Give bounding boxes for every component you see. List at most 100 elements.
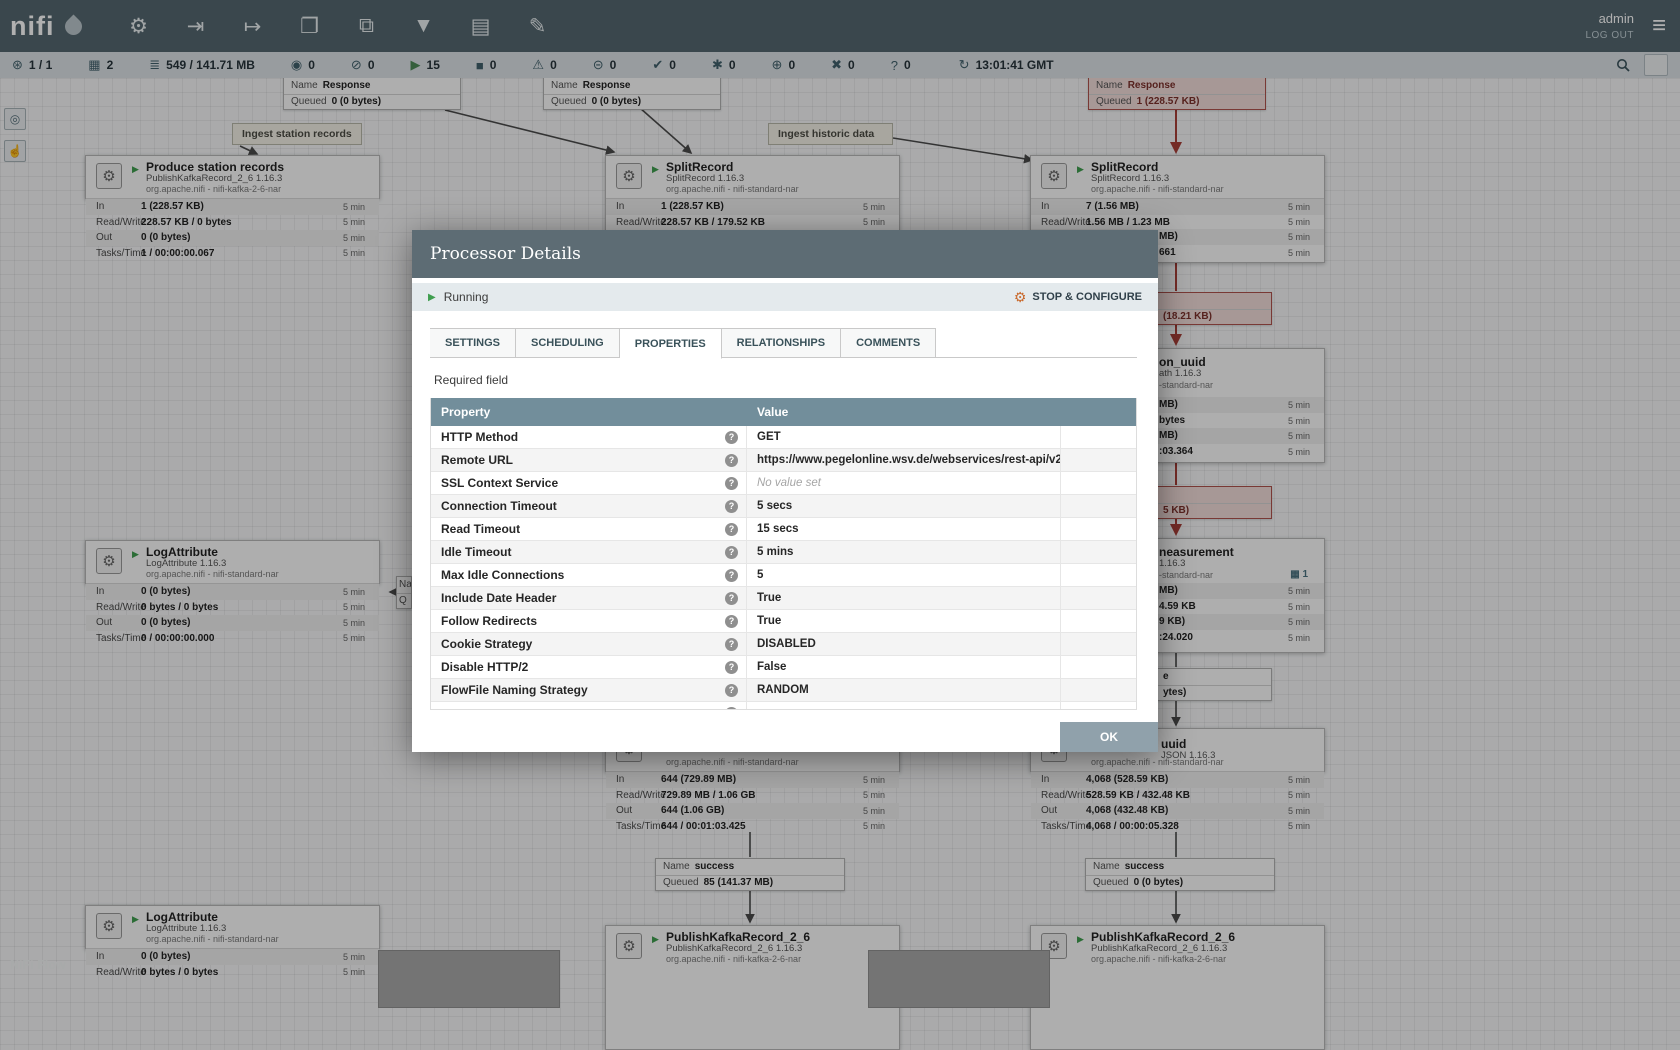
property-name-cell: Include Date Header ? <box>431 587 747 609</box>
help-icon[interactable]: ? <box>725 523 738 536</box>
dialog-tabs: SETTINGS SCHEDULING PROPERTIES RELATIONS… <box>430 328 1137 358</box>
row-filler <box>1061 449 1136 471</box>
property-name: Connection Timeout <box>441 499 557 513</box>
help-icon[interactable]: ? <box>725 592 738 605</box>
running-status-icon: ▶ <box>428 292 436 303</box>
processor-details-dialog: Processor Details ▶ Running ⚙ STOP & CON… <box>412 230 1158 752</box>
property-value: False <box>757 661 786 673</box>
property-row: Disable HTTP/2 ? False <box>431 656 1136 679</box>
help-icon[interactable]: ? <box>725 661 738 674</box>
property-name-cell: Disable HTTP/2 ? <box>431 656 747 678</box>
stop-and-configure-button[interactable]: ⚙ STOP & CONFIGURE <box>1014 289 1142 306</box>
tab-label: SETTINGS <box>445 337 500 349</box>
property-value: 5 secs <box>757 500 792 512</box>
property-value-cell[interactable]: True <box>747 587 1061 609</box>
property-name-cell: Remote URL ? <box>431 449 747 471</box>
property-row: Max Idle Connections ? 5 <box>431 564 1136 587</box>
property-value: True <box>757 592 781 604</box>
property-value: GET <box>757 431 781 443</box>
property-row: Remote URL ? https://www.pegelonline.wsv… <box>431 449 1136 472</box>
dialog-status-bar: ▶ Running ⚙ STOP & CONFIGURE <box>412 283 1158 311</box>
property-value: 5 <box>757 569 763 581</box>
tab-settings[interactable]: SETTINGS <box>430 328 516 358</box>
stop-configure-label: STOP & CONFIGURE <box>1032 291 1142 303</box>
property-value-cell[interactable]: GET <box>747 426 1061 448</box>
help-icon[interactable]: ? <box>725 638 738 651</box>
property-value-cell[interactable]: 5 mins <box>747 541 1061 563</box>
property-value-cell[interactable]: 5 <box>747 564 1061 586</box>
tab-comments[interactable]: COMMENTS <box>841 328 936 358</box>
property-row: SSL Context Service ? No value set <box>431 472 1136 495</box>
property-name: SSL Context Service <box>441 476 558 490</box>
property-name-cell: Connection Timeout ? <box>431 495 747 517</box>
property-row: Follow Redirects ? True <box>431 610 1136 633</box>
property-row: Read Timeout ? 15 secs <box>431 518 1136 541</box>
property-name: Disable HTTP/2 <box>441 660 528 674</box>
help-icon[interactable]: ? <box>725 500 738 513</box>
row-filler <box>1061 587 1136 609</box>
required-field-note: Required field <box>434 373 508 387</box>
tab-relationships[interactable]: RELATIONSHIPS <box>722 328 841 358</box>
row-filler <box>1061 610 1136 632</box>
help-icon[interactable]: ? <box>725 684 738 697</box>
property-value: 15 secs <box>757 523 799 535</box>
tab-scheduling[interactable]: SCHEDULING <box>516 328 620 358</box>
help-icon[interactable]: ? <box>725 615 738 628</box>
property-name-cell: Cookie Strategy ? <box>431 633 747 655</box>
properties-table-body: HTTP Method ? GET Remote URL ? <box>431 426 1136 710</box>
property-name: HTTP Method <box>441 430 518 444</box>
property-value-cell[interactable]: False <box>747 656 1061 678</box>
help-icon[interactable]: ? <box>725 707 738 711</box>
help-icon[interactable]: ? <box>725 569 738 582</box>
stop-configure-icon: ⚙ <box>1014 289 1027 306</box>
property-column-header: Property <box>431 405 747 419</box>
property-value-cell[interactable]: RANDOM <box>747 679 1061 701</box>
help-icon[interactable]: ? <box>725 454 738 467</box>
property-value-cell[interactable]: https://www.pegelonline.wsv.de/webservic… <box>747 449 1061 471</box>
property-value-cell[interactable]: No value set <box>747 472 1061 494</box>
property-value: True <box>757 615 781 627</box>
help-icon[interactable]: ? <box>725 546 738 559</box>
ok-button[interactable]: OK <box>1060 722 1158 752</box>
property-row: HTTP Method ? GET <box>431 426 1136 449</box>
row-filler <box>1061 633 1136 655</box>
row-filler <box>1061 564 1136 586</box>
dialog-title: Processor Details <box>412 230 1158 278</box>
property-value-cell[interactable] <box>747 702 1061 710</box>
tab-label: SCHEDULING <box>531 337 604 349</box>
tab-properties[interactable]: PROPERTIES <box>620 328 722 359</box>
property-value: DISABLED <box>757 638 816 650</box>
tab-label: PROPERTIES <box>635 338 706 350</box>
property-name-cell: Follow Redirects ? <box>431 610 747 632</box>
property-name: FlowFile Naming Strategy <box>441 683 588 697</box>
property-value: https://www.pegelonline.wsv.de/webservic… <box>757 454 1061 466</box>
property-row: ? <box>431 702 1136 710</box>
help-icon[interactable]: ? <box>725 477 738 490</box>
property-value-cell[interactable]: 15 secs <box>747 518 1061 540</box>
property-name-cell: Idle Timeout ? <box>431 541 747 563</box>
property-value-cell[interactable]: 5 secs <box>747 495 1061 517</box>
row-filler <box>1061 495 1136 517</box>
row-filler <box>1061 518 1136 540</box>
property-name: Follow Redirects <box>441 614 537 628</box>
property-name-cell: FlowFile Naming Strategy ? <box>431 679 747 701</box>
property-name-cell: Read Timeout ? <box>431 518 747 540</box>
property-name: Max Idle Connections <box>441 568 564 582</box>
tab-label: COMMENTS <box>856 337 920 349</box>
nifi-app: nifi ⚙ ⇥ ↦ ❐ <box>0 0 1680 1050</box>
property-row: Idle Timeout ? 5 mins <box>431 541 1136 564</box>
help-icon[interactable]: ? <box>725 431 738 444</box>
property-name: Remote URL <box>441 453 513 467</box>
property-row: FlowFile Naming Strategy ? RANDOM <box>431 679 1136 702</box>
row-filler <box>1061 426 1136 448</box>
row-filler <box>1061 541 1136 563</box>
property-name: Cookie Strategy <box>441 637 532 651</box>
property-name: Idle Timeout <box>441 545 511 559</box>
value-column-header: Value <box>747 405 1061 419</box>
property-name: Read Timeout <box>441 522 520 536</box>
row-filler <box>1061 472 1136 494</box>
property-value-cell[interactable]: DISABLED <box>747 633 1061 655</box>
tab-label: RELATIONSHIPS <box>737 337 825 349</box>
property-value-cell[interactable]: True <box>747 610 1061 632</box>
property-value: No value set <box>757 477 821 489</box>
